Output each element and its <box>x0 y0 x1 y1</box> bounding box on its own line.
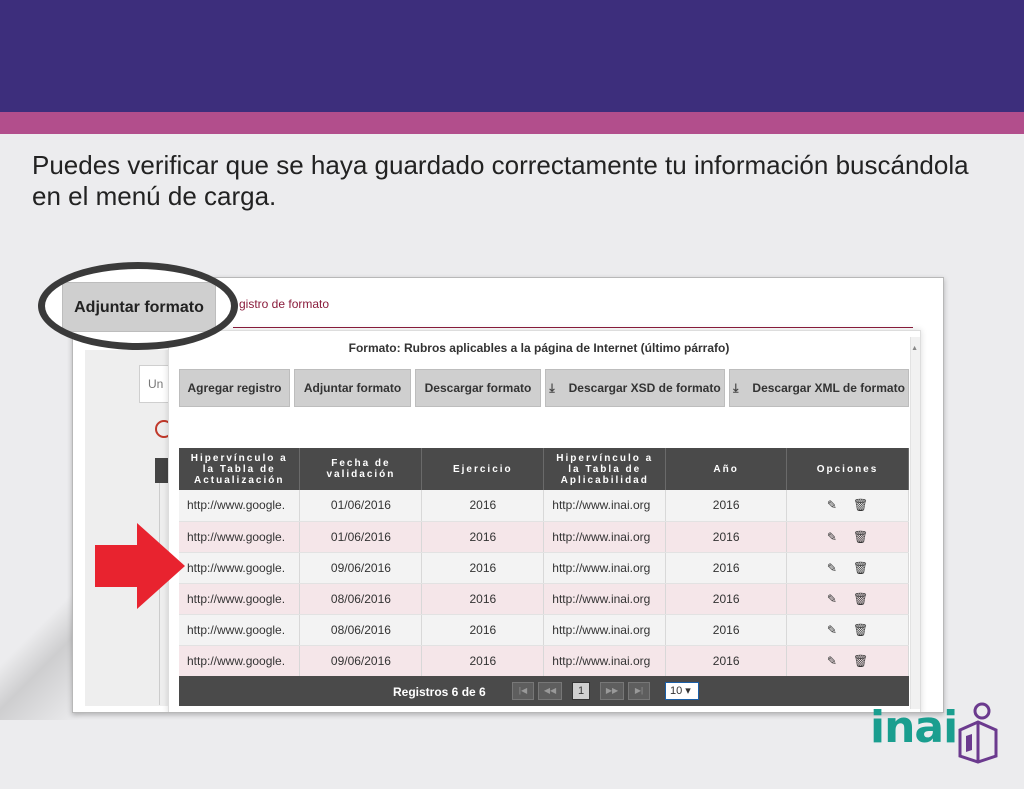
add-record-button[interactable]: Agregar registro <box>179 369 290 407</box>
column-header[interactable]: Año <box>665 448 788 490</box>
applicability-link-cell[interactable]: http://www.inai.org <box>543 583 667 615</box>
first-page-button[interactable]: |◀ <box>512 682 534 700</box>
validation-date-cell: 01/06/2016 <box>299 490 423 522</box>
modal-title: Formato: Rubros aplicables a la página d… <box>348 341 730 355</box>
update-link-cell[interactable]: http://www.google. <box>179 490 301 522</box>
validation-date-cell: 09/06/2016 <box>299 645 423 677</box>
options-cell: ✎ 🗑 <box>786 490 909 522</box>
download-icon: ⤓ <box>733 381 739 395</box>
book-person-icon <box>958 702 998 764</box>
delete-icon[interactable]: 🗑 <box>853 592 868 606</box>
slide-headline: Puedes verificar que se haya guardado co… <box>32 150 969 211</box>
attach-format-label: Adjuntar formato <box>303 381 402 395</box>
records-count: Registros 6 de 6 <box>393 685 486 699</box>
options-cell: ✎ 🗑 <box>786 614 909 646</box>
delete-icon[interactable]: 🗑 <box>853 498 868 512</box>
download-format-button[interactable]: Descargar formato <box>415 369 541 407</box>
download-icon: ⤓ <box>549 381 555 395</box>
year-cell: 2016 <box>665 552 788 584</box>
last-page-button[interactable]: ▶| <box>628 682 650 700</box>
update-link-cell[interactable]: http://www.google. <box>179 645 301 677</box>
delete-icon[interactable]: 🗑 <box>853 654 868 668</box>
delete-icon[interactable]: 🗑 <box>853 530 868 544</box>
table-row: http://www.google. 01/06/2016 2016 http:… <box>179 490 909 522</box>
callout-highlight-ring <box>38 262 238 350</box>
current-page-button[interactable]: 1 <box>572 682 590 700</box>
applicability-link-cell[interactable]: http://www.inai.org <box>543 645 667 677</box>
page-size-select[interactable]: 10 ▾ <box>665 682 699 700</box>
edit-icon[interactable]: ✎ <box>827 530 837 544</box>
download-format-label: Descargar formato <box>424 381 532 395</box>
column-header[interactable]: Hipervínculo a la Tabla de Aplicabilidad <box>543 448 667 490</box>
modal-scrollbar[interactable]: ▲ <box>910 337 920 709</box>
exercise-cell: 2016 <box>421 490 545 522</box>
applicability-link-cell[interactable]: http://www.inai.org <box>543 490 667 522</box>
table-header-row: Hipervínculo a la Tabla de Actualización… <box>179 448 909 490</box>
edit-icon[interactable]: ✎ <box>827 561 837 575</box>
column-header[interactable]: Ejercicio <box>421 448 545 490</box>
year-cell: 2016 <box>665 490 788 522</box>
format-modal: Formato: Rubros aplicables a la página d… <box>168 330 921 712</box>
column-header[interactable]: Hipervínculo a la Tabla de Actualización <box>179 448 301 490</box>
table-row: http://www.google. 08/06/2016 2016 http:… <box>179 614 909 646</box>
previous-page-button[interactable]: ◀◀ <box>538 682 562 700</box>
options-cell: ✎ 🗑 <box>786 552 909 584</box>
exercise-cell: 2016 <box>421 645 545 677</box>
table-row: http://www.google. 01/06/2016 2016 http:… <box>179 521 909 553</box>
attach-format-button[interactable]: Adjuntar formato <box>294 369 411 407</box>
download-xsd-button[interactable]: ⤓ Descargar XSD de formato <box>545 369 725 407</box>
table-row: http://www.google. 09/06/2016 2016 http:… <box>179 645 909 677</box>
update-link-cell[interactable]: http://www.google. <box>179 614 301 646</box>
edit-icon[interactable]: ✎ <box>827 623 837 637</box>
options-cell: ✎ 🗑 <box>786 583 909 615</box>
options-cell: ✎ 🗑 <box>786 645 909 677</box>
column-header[interactable]: Fecha de validación <box>299 448 423 490</box>
screenshot-title: gistro de formato <box>239 297 330 311</box>
pointer-arrow-icon <box>95 523 185 609</box>
accent-band <box>0 112 1024 134</box>
update-link-cell[interactable]: http://www.google. <box>179 583 301 615</box>
edit-icon[interactable]: ✎ <box>827 592 837 606</box>
title-divider <box>233 327 913 328</box>
edit-icon[interactable]: ✎ <box>827 498 837 512</box>
inai-logo: inai <box>870 702 998 764</box>
download-xsd-label: Descargar XSD de formato <box>568 381 721 395</box>
header-band <box>0 0 1024 112</box>
exercise-cell: 2016 <box>421 521 545 553</box>
year-cell: 2016 <box>665 521 788 553</box>
options-cell: ✎ 🗑 <box>786 521 909 553</box>
table-row: http://www.google. 08/06/2016 2016 http:… <box>179 583 909 615</box>
add-record-label: Agregar registro <box>187 381 282 395</box>
table-pager: Registros 6 de 6 |◀ ◀◀ 1 ▶▶ ▶| 10 ▾ <box>179 676 909 706</box>
validation-date-cell: 09/06/2016 <box>299 552 423 584</box>
validation-date-cell: 01/06/2016 <box>299 521 423 553</box>
year-cell: 2016 <box>665 645 788 677</box>
download-xml-label: Descargar XML de formato <box>752 381 905 395</box>
app-screenshot: gistro de formato Un Formato: Rubros apl… <box>72 277 944 713</box>
applicability-link-cell[interactable]: http://www.inai.org <box>543 552 667 584</box>
year-cell: 2016 <box>665 583 788 615</box>
applicability-link-cell[interactable]: http://www.inai.org <box>543 521 667 553</box>
edit-icon[interactable]: ✎ <box>827 654 837 668</box>
year-cell: 2016 <box>665 614 788 646</box>
next-page-button[interactable]: ▶▶ <box>600 682 624 700</box>
validation-date-cell: 08/06/2016 <box>299 614 423 646</box>
validation-date-cell: 08/06/2016 <box>299 583 423 615</box>
download-xml-button[interactable]: ⤓ Descargar XML de formato <box>729 369 909 407</box>
records-table: Hipervínculo a la Tabla de Actualización… <box>179 448 909 677</box>
table-row: http://www.google. 09/06/2016 2016 http:… <box>179 552 909 584</box>
exercise-cell: 2016 <box>421 614 545 646</box>
exercise-cell: 2016 <box>421 552 545 584</box>
scroll-up-icon[interactable]: ▲ <box>911 345 918 352</box>
delete-icon[interactable]: 🗑 <box>853 561 868 575</box>
delete-icon[interactable]: 🗑 <box>853 623 868 637</box>
exercise-cell: 2016 <box>421 583 545 615</box>
update-link-cell[interactable]: http://www.google. <box>179 552 301 584</box>
logo-text: inai <box>870 702 958 753</box>
update-link-cell[interactable]: http://www.google. <box>179 521 301 553</box>
column-header: Opciones <box>786 448 909 490</box>
applicability-link-cell[interactable]: http://www.inai.org <box>543 614 667 646</box>
